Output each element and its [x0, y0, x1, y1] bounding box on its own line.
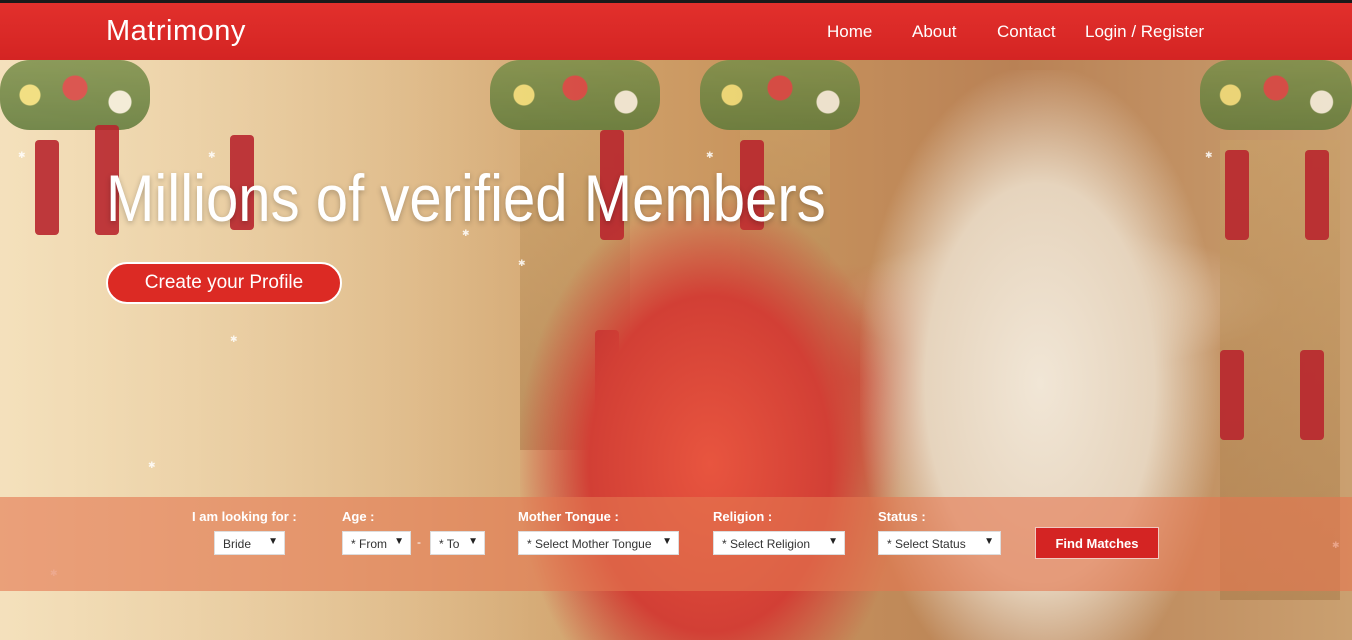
sparkle-icon: ✱ [518, 258, 526, 268]
religion-label: Religion : [713, 509, 773, 524]
flower-decoration [1200, 60, 1352, 130]
create-profile-button[interactable]: Create your Profile [106, 262, 342, 304]
mother-tongue-value: * Select Mother Tongue [527, 537, 652, 551]
age-to-value: * To [439, 537, 460, 551]
age-from-value: * From [351, 537, 387, 551]
find-matches-button[interactable]: Find Matches [1035, 527, 1159, 559]
status-value: * Select Status [887, 537, 966, 551]
mother-tongue-select[interactable]: * Select Mother Tongue ▼ [518, 531, 679, 555]
sparkle-icon: ✱ [18, 150, 26, 160]
hanging-decoration [1305, 150, 1329, 240]
age-from-select[interactable]: * From ▼ [342, 531, 411, 555]
looking-for-value: Bride [223, 537, 252, 551]
nav-contact-link[interactable]: Contact [997, 22, 1056, 42]
nav-login-register-link[interactable]: Login / Register [1085, 22, 1204, 42]
dropdown-arrow-icon: ▼ [828, 536, 838, 547]
dropdown-arrow-icon: ▼ [662, 536, 672, 547]
dropdown-arrow-icon: ▼ [984, 536, 994, 547]
age-separator: - [417, 535, 421, 549]
dropdown-arrow-icon: ▼ [394, 536, 404, 547]
status-label: Status : [878, 509, 926, 524]
mother-tongue-label: Mother Tongue : [518, 509, 619, 524]
religion-select[interactable]: * Select Religion ▼ [713, 531, 845, 555]
sparkle-icon: ✱ [230, 334, 238, 344]
looking-for-label: I am looking for : [192, 509, 297, 524]
hanging-decoration [1220, 350, 1244, 440]
flower-decoration [700, 60, 860, 130]
status-select[interactable]: * Select Status ▼ [878, 531, 1001, 555]
dropdown-arrow-icon: ▼ [468, 536, 478, 547]
nav-home-link[interactable]: Home [827, 22, 872, 42]
top-navbar: Matrimony Home About Contact Login / Reg… [0, 0, 1352, 60]
hanging-decoration [35, 140, 59, 235]
brand-logo[interactable]: Matrimony [106, 15, 246, 48]
match-search-bar: I am looking for : Bride ▼ Age : * From … [0, 497, 1352, 591]
age-label: Age : [342, 509, 375, 524]
nav-about-link[interactable]: About [912, 22, 956, 42]
religion-value: * Select Religion [722, 537, 811, 551]
hanging-decoration [1225, 150, 1249, 240]
flower-decoration [0, 60, 150, 130]
flower-decoration [490, 60, 660, 130]
dropdown-arrow-icon: ▼ [268, 536, 278, 547]
sparkle-icon: ✱ [148, 460, 156, 470]
age-to-select[interactable]: * To ▼ [430, 531, 485, 555]
looking-for-select[interactable]: Bride ▼ [214, 531, 285, 555]
hero-headline: Millions of verified Members [106, 161, 826, 235]
sparkle-icon: ✱ [1205, 150, 1213, 160]
hanging-decoration [1300, 350, 1324, 440]
